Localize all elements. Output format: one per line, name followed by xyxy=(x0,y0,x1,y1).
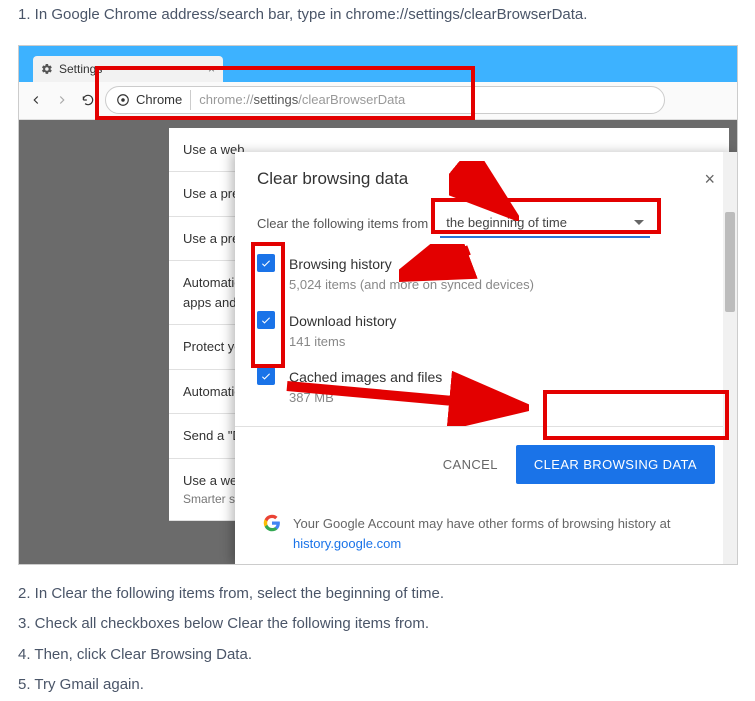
google-logo-icon xyxy=(263,514,281,553)
dialog-title: Clear browsing data xyxy=(257,166,408,192)
browser-tab[interactable]: Settings × xyxy=(33,56,223,82)
browser-toolbar: Chrome chrome://settings/clearBrowserDat… xyxy=(19,82,737,120)
option-label: Download history xyxy=(289,311,396,332)
option-sub: 387 MB xyxy=(289,388,442,408)
reload-button[interactable] xyxy=(79,91,97,109)
checkbox-checked-icon[interactable] xyxy=(257,311,275,329)
instruction-step-1: 1. In Google Chrome address/search bar, … xyxy=(0,0,755,31)
tab-strip: Settings × xyxy=(19,46,737,82)
chevron-down-icon xyxy=(634,220,644,225)
gear-icon xyxy=(41,63,53,75)
omnibox-url: chrome://settings/clearBrowserData xyxy=(199,90,405,110)
back-button[interactable] xyxy=(27,91,45,109)
clear-browsing-data-button[interactable]: CLEAR BROWSING DATA xyxy=(516,445,715,485)
browser-screenshot: Settings × Chrome chrome://settings/clea… xyxy=(18,45,738,565)
history-link[interactable]: history.google.com xyxy=(293,536,401,551)
option-download-history[interactable]: Download history 141 items xyxy=(235,303,737,360)
checkbox-checked-icon[interactable] xyxy=(257,254,275,272)
option-label: Cached images and files xyxy=(289,367,442,388)
time-range-value: the beginning of time xyxy=(446,213,567,233)
option-cached-files[interactable]: Cached images and files 387 MB xyxy=(235,359,737,416)
checkbox-checked-icon[interactable] xyxy=(257,367,275,385)
omnibox-chip-text: Chrome xyxy=(136,90,182,110)
instruction-step-4: 4. Then, click Clear Browsing Data. xyxy=(0,640,755,671)
instruction-step-5: 5. Try Gmail again. xyxy=(0,670,755,701)
option-label: Browsing history xyxy=(289,254,534,275)
option-sub: 141 items xyxy=(289,332,396,352)
chrome-icon xyxy=(116,93,130,107)
tab-title: Settings xyxy=(59,60,102,78)
option-browsing-history[interactable]: Browsing history 5,024 items (and more o… xyxy=(235,246,737,303)
address-bar[interactable]: Chrome chrome://settings/clearBrowserDat… xyxy=(105,86,665,114)
time-range-label: Clear the following items from xyxy=(257,214,428,234)
scrollbar[interactable] xyxy=(723,152,737,564)
dialog-info-account: Your Google Account may have other forms… xyxy=(293,514,709,553)
instruction-step-2: 2. In Clear the following items from, se… xyxy=(0,579,755,610)
close-tab-icon[interactable]: × xyxy=(208,60,215,78)
time-range-select[interactable]: the beginning of time xyxy=(440,209,650,239)
instruction-step-3: 3. Check all checkboxes below Clear the … xyxy=(0,609,755,640)
scroll-thumb[interactable] xyxy=(725,212,735,312)
option-sub: 5,024 items (and more on synced devices) xyxy=(289,275,534,295)
dialog-close-icon[interactable]: × xyxy=(704,166,715,193)
cancel-button[interactable]: CANCEL xyxy=(443,455,498,475)
clear-browsing-data-dialog: Clear browsing data × Clear the followin… xyxy=(235,152,737,564)
forward-button[interactable] xyxy=(53,91,71,109)
